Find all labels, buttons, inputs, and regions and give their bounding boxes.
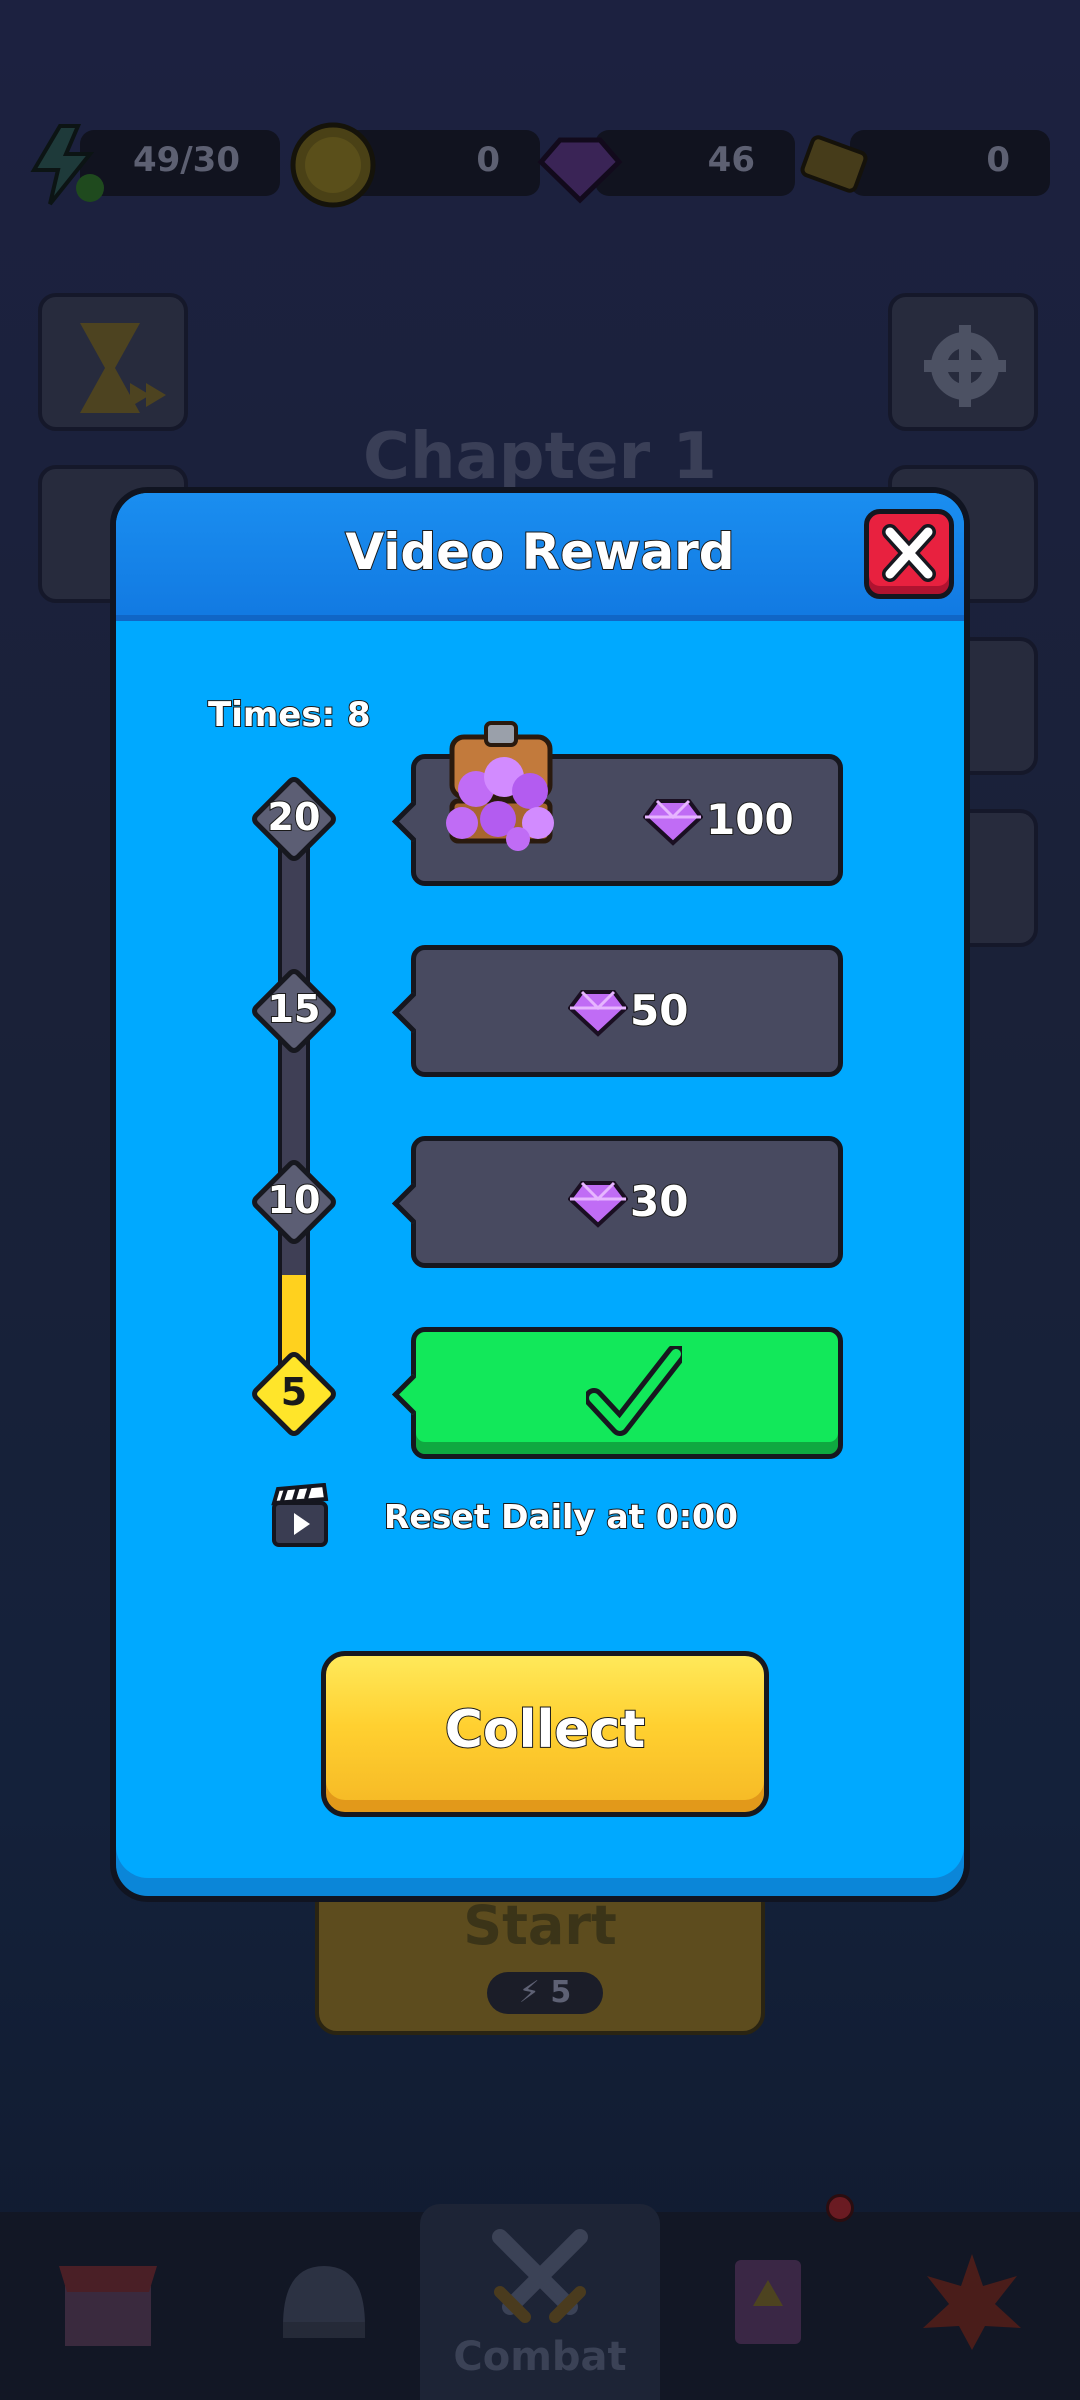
bottom-nav: Combat: [0, 2194, 1080, 2400]
milestone-20: 20: [248, 773, 340, 865]
nav-book[interactable]: [660, 2194, 876, 2400]
chapter-title: Chapter 1: [363, 420, 717, 494]
speed-up-button[interactable]: [38, 293, 188, 431]
book-icon: [735, 2260, 801, 2344]
energy-cost-icon: ⚡: [518, 1975, 540, 2010]
nav-heroes[interactable]: [216, 2212, 432, 2400]
nav-combat-label: Combat: [453, 2334, 627, 2380]
gear-icon: [924, 325, 1006, 407]
energy-counter[interactable]: 49/30: [30, 124, 280, 206]
dialog-header: Video Reward: [116, 493, 964, 621]
collect-label: Collect: [444, 1699, 646, 1761]
notification-dot: [826, 2194, 854, 2222]
gem-counter[interactable]: 46: [537, 130, 795, 204]
helmet-icon: [283, 2266, 365, 2338]
milestone-15: 15: [248, 965, 340, 1057]
nav-events[interactable]: [864, 2212, 1080, 2400]
shop-icon: [59, 2266, 157, 2346]
reward-amount-10: 30: [629, 1176, 689, 1227]
close-icon: [882, 524, 936, 582]
times-label: Times: 8: [207, 694, 372, 736]
settings-button[interactable]: [888, 293, 1038, 431]
crossed-swords-icon: [492, 2229, 588, 2323]
ticket-icon: [800, 135, 868, 193]
reward-card-15[interactable]: 50: [411, 945, 843, 1077]
start-cost: ⚡ 5: [487, 1972, 603, 2014]
nav-shop[interactable]: [0, 2212, 216, 2400]
gem-icon: [643, 799, 703, 846]
start-cost-value: 5: [550, 1975, 572, 2010]
reward-amount-20: 100: [705, 794, 795, 845]
reward-card-10[interactable]: 30: [411, 1136, 843, 1268]
gem-icon: [568, 1181, 628, 1228]
gem-currency-icon: [537, 137, 623, 204]
gem-icon: [568, 990, 628, 1037]
resource-bar: 49/30 0 46 0: [30, 120, 1050, 210]
dialog-title: Video Reward: [344, 522, 735, 582]
video-clapper-icon: [271, 1483, 329, 1547]
reward-card-20[interactable]: 100: [411, 721, 843, 886]
nav-combat[interactable]: Combat: [420, 2204, 660, 2400]
coin-counter[interactable]: 0: [290, 122, 540, 208]
gem-chest-icon: [446, 721, 554, 851]
start-label: Start: [463, 1894, 617, 1957]
explosion-icon: [923, 2254, 1021, 2350]
checkmark-icon: [586, 1346, 682, 1436]
hourglass-icon: [80, 323, 166, 413]
gem-value: 46: [707, 140, 755, 180]
reset-info: Reset Daily at 0:00: [268, 1483, 868, 1553]
close-button[interactable]: [864, 509, 954, 599]
energy-icon: [30, 124, 104, 206]
collect-button[interactable]: Collect: [321, 1651, 769, 1817]
ticket-counter[interactable]: 0: [800, 130, 1050, 196]
ticket-value: 0: [986, 140, 1010, 180]
coin-icon: [290, 122, 376, 208]
milestone-10: 10: [248, 1156, 340, 1248]
reset-text: Reset Daily at 0:00: [383, 1496, 739, 1537]
coin-value: 0: [476, 140, 500, 180]
video-reward-dialog: Video Reward Times: 8 20 15 10 5 100 50 …: [110, 487, 970, 1902]
reward-amount-15: 50: [629, 985, 689, 1036]
milestone-5: 5: [248, 1348, 340, 1440]
reward-card-5[interactable]: [411, 1327, 843, 1459]
energy-value: 49/30: [132, 140, 240, 180]
